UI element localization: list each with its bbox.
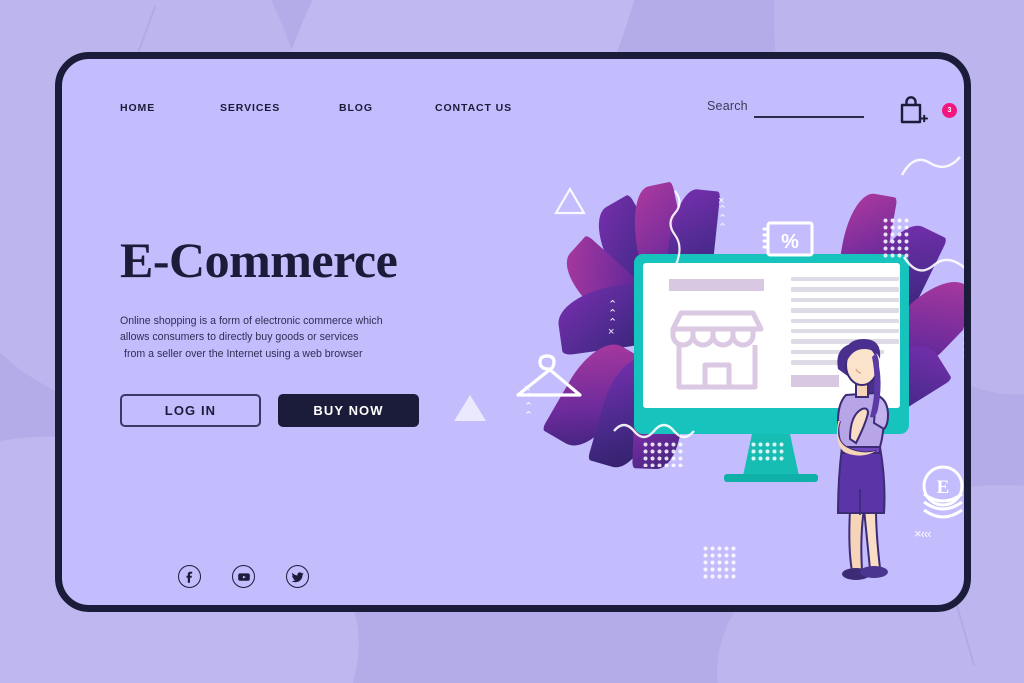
coin-stack-icon: E bbox=[922, 465, 964, 519]
twitter-link[interactable] bbox=[286, 565, 309, 588]
storefront-icon bbox=[670, 310, 764, 390]
hero-description-line: Online shopping is a form of electronic … bbox=[120, 315, 383, 327]
login-button[interactable]: LOG IN bbox=[120, 394, 261, 427]
facebook-icon bbox=[186, 571, 193, 583]
svg-text:%: % bbox=[781, 231, 799, 253]
hero-description-line: from a seller over the Internet using a … bbox=[124, 347, 363, 360]
decorative-squiggle bbox=[613, 423, 695, 439]
woman-shopper-illustration bbox=[836, 339, 890, 580]
facebook-link[interactable] bbox=[178, 565, 201, 588]
decorative-dot-grid bbox=[750, 441, 784, 463]
buy-now-button[interactable]: BUY NOW bbox=[278, 394, 419, 427]
decorative-dot-grid bbox=[962, 325, 964, 359]
social-links bbox=[178, 565, 309, 588]
decorative-chevron: ×‹‹‹ bbox=[914, 526, 932, 541]
twitter-icon bbox=[291, 571, 304, 582]
cart-badge-count: 3 bbox=[942, 103, 957, 118]
hero-description: Online shopping is a form of electronic … bbox=[120, 313, 450, 362]
hero-illustration: % E × ⌃ ⌃ ⌃ ⌃ ⌃ ⌃ × × ⌃ ⌃ ⌃ ×‹‹‹ bbox=[454, 89, 964, 589]
decorative-squiggle bbox=[902, 256, 964, 272]
discount-coupon-icon: % bbox=[762, 221, 814, 257]
decorative-dot-grid bbox=[642, 441, 684, 467]
shop-banner-placeholder bbox=[669, 279, 764, 291]
nav-item-blog[interactable]: BLOG bbox=[339, 102, 373, 114]
landing-page-card: HOME SERVICES BLOG CONTACT US Search 3 E… bbox=[55, 52, 971, 612]
decorative-chevron: × ⌃ ⌃ ⌃ bbox=[718, 195, 727, 234]
monitor-stand-base bbox=[724, 474, 818, 482]
page-title: E-Commerce bbox=[120, 232, 398, 288]
nav-item-home[interactable]: HOME bbox=[120, 102, 155, 114]
hero-actions: LOG IN BUY NOW bbox=[120, 394, 419, 427]
decorative-dot-grid bbox=[702, 545, 736, 579]
decorative-squiggle bbox=[669, 190, 681, 268]
decorative-chevron: × ⌃ ⌃ ⌃ bbox=[524, 383, 533, 422]
decorative-triangle bbox=[454, 395, 486, 421]
youtube-icon bbox=[237, 572, 250, 581]
decorative-triangle bbox=[554, 186, 586, 215]
decorative-chevron: ⌃ ⌃ ⌃ × bbox=[608, 299, 617, 338]
svg-text:E: E bbox=[937, 477, 950, 498]
hero-description-line: allows consumers to directly buy goods o… bbox=[120, 331, 359, 344]
nav-item-services[interactable]: SERVICES bbox=[220, 102, 280, 114]
decorative-squiggle bbox=[900, 156, 961, 176]
youtube-link[interactable] bbox=[232, 565, 255, 588]
